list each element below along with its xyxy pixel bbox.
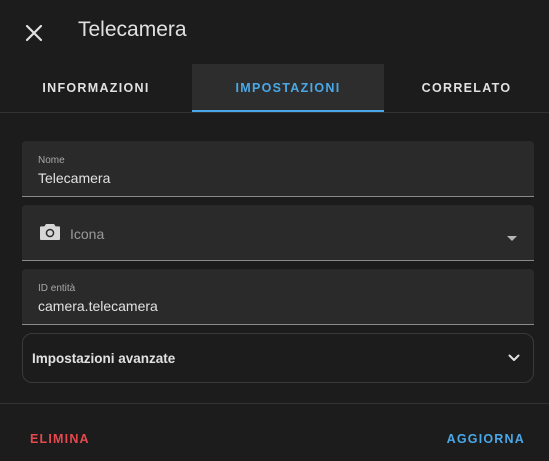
dropdown-arrow-icon[interactable]: [506, 229, 518, 247]
dialog-title: Telecamera: [78, 18, 187, 41]
tab-impostazioni-label: IMPOSTAZIONI: [235, 81, 341, 95]
tab-correlato[interactable]: CORRELATO: [384, 64, 549, 112]
name-field-label: Nome: [38, 155, 65, 166]
tab-informazioni[interactable]: INFORMAZIONI: [0, 64, 192, 112]
tab-bar: INFORMAZIONI IMPOSTAZIONI CORRELATO: [0, 64, 549, 113]
footer-divider: [0, 403, 549, 404]
delete-button[interactable]: ELIMINA: [30, 432, 90, 446]
entity-id-field[interactable]: ID entità camera.telecamera: [22, 269, 534, 325]
entity-settings-dialog: Telecamera INFORMAZIONI IMPOSTAZIONI COR…: [0, 0, 549, 461]
entity-id-field-label: ID entità: [38, 283, 76, 294]
update-button[interactable]: AGGIORNA: [447, 432, 525, 446]
icon-field-placeholder: Icona: [70, 226, 105, 242]
name-field-value[interactable]: Telecamera: [38, 170, 110, 186]
camera-icon: [39, 222, 61, 247]
advanced-settings-label: Impostazioni avanzate: [32, 351, 176, 366]
entity-id-field-value[interactable]: camera.telecamera: [38, 298, 158, 314]
icon-picker-field[interactable]: Icona: [22, 205, 534, 261]
tab-impostazioni[interactable]: IMPOSTAZIONI: [192, 64, 384, 112]
chevron-down-icon[interactable]: [507, 351, 521, 370]
close-icon[interactable]: [20, 19, 48, 47]
name-field[interactable]: Nome Telecamera: [22, 141, 534, 197]
active-tab-indicator: [192, 110, 384, 112]
dialog-header: Telecamera: [0, 0, 549, 64]
advanced-settings-expander[interactable]: Impostazioni avanzate: [22, 333, 534, 383]
